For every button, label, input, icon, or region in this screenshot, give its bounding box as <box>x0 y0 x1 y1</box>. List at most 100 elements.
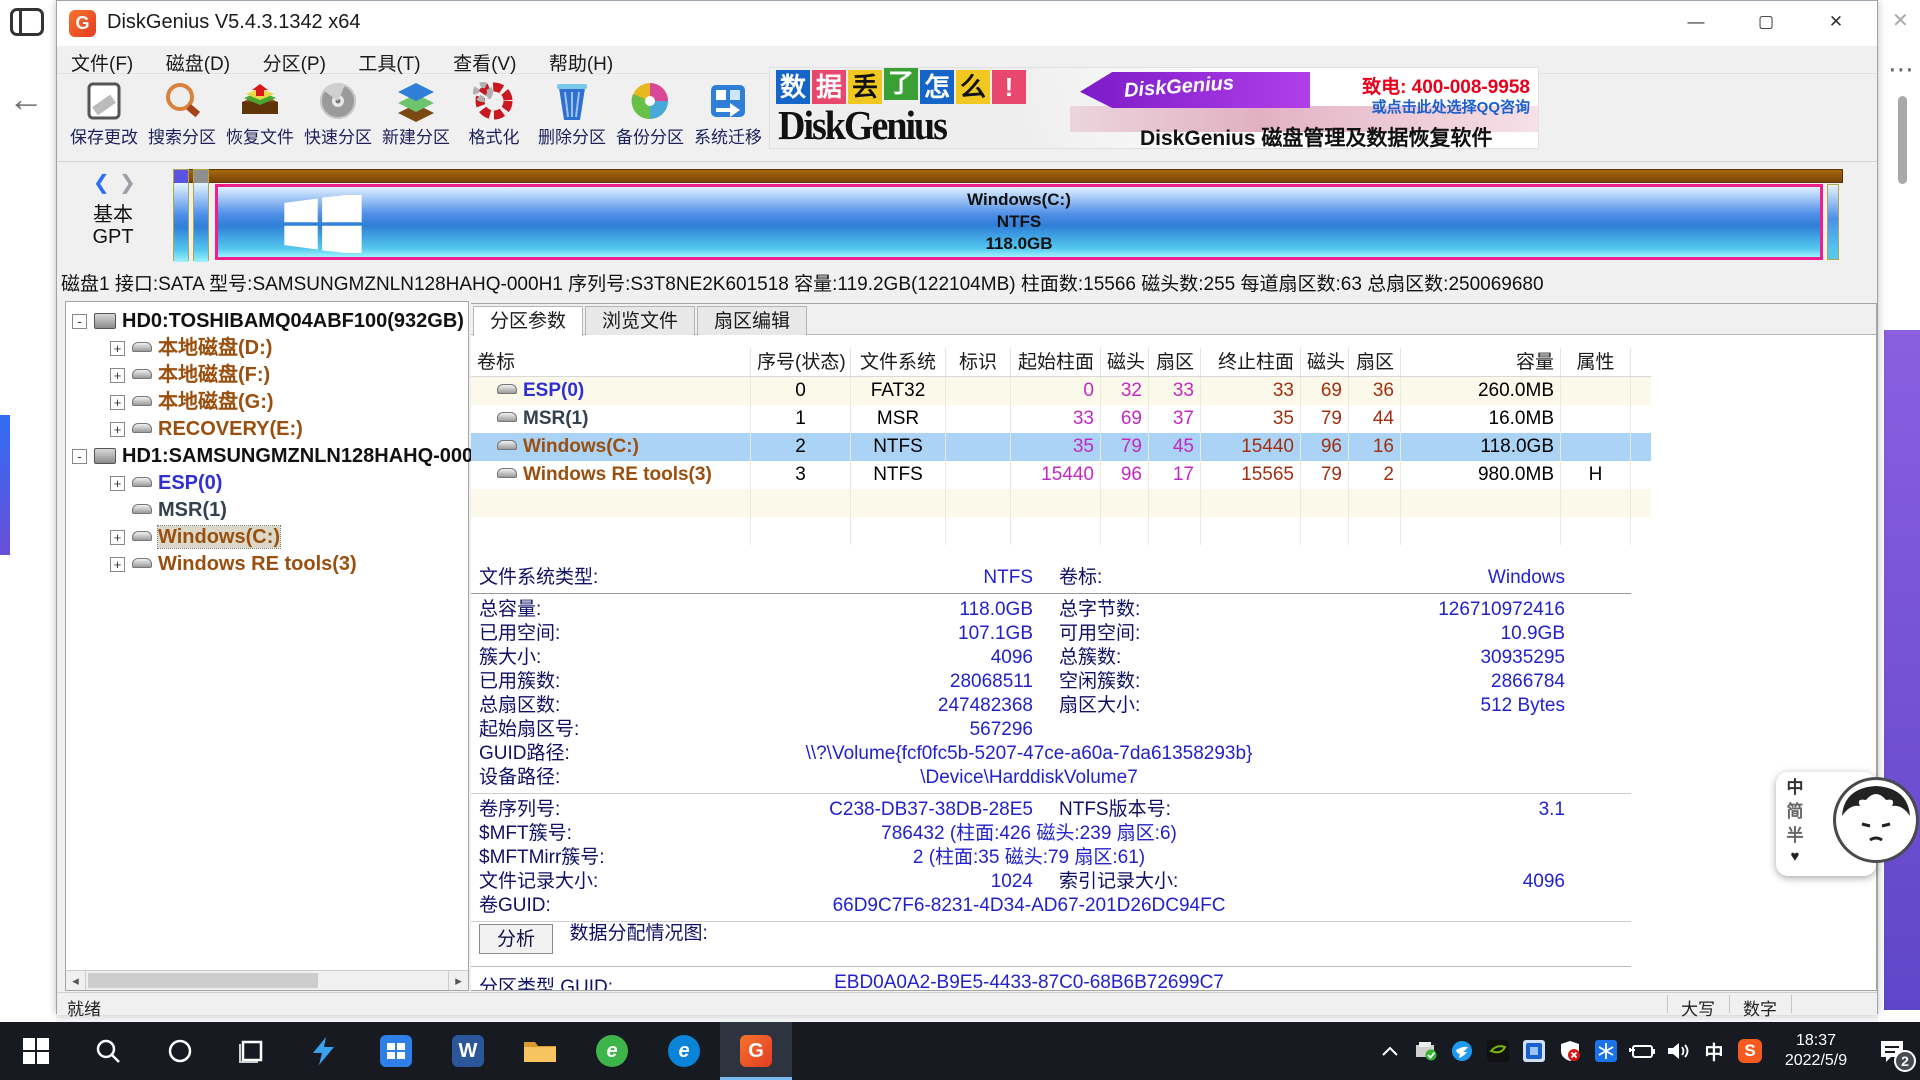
tray-sogou[interactable]: S <box>1732 1022 1768 1080</box>
detail-row: 簇大小:4096 总簇数:30935295 <box>471 646 1631 670</box>
tree-item-local-d[interactable]: + 本地磁盘(D:) <box>70 335 466 362</box>
scroll-right-icon[interactable]: ▸ <box>448 971 468 990</box>
tray-printer[interactable] <box>1408 1022 1444 1080</box>
pinned-app-edge[interactable]: e <box>648 1022 720 1080</box>
taskbar-clock[interactable]: 18:37 2022/5/9 <box>1768 1031 1864 1071</box>
pinned-app-file-explorer[interactable] <box>504 1022 576 1080</box>
tree-item-local-f[interactable]: + 本地磁盘(F:) <box>70 362 466 389</box>
partition-icon <box>132 396 152 406</box>
partition-bar-re-tools[interactable] <box>1827 184 1839 260</box>
tree-item-local-g[interactable]: + 本地磁盘(G:) <box>70 389 466 416</box>
expand-icon[interactable]: + <box>110 476 125 491</box>
tray-volume[interactable] <box>1660 1022 1696 1080</box>
table-row-windows-c-selected[interactable]: Windows(C:) 2 NTFS 35 79 45 15440 96 16 … <box>471 433 1651 461</box>
tray-ime-language[interactable]: 中 <box>1696 1022 1732 1080</box>
speaker-icon <box>1666 1041 1690 1061</box>
pinned-app-word[interactable]: W <box>432 1022 504 1080</box>
titlebar: G DiskGenius V5.4.3.1342 x64 — ▢ ✕ <box>57 1 1877 46</box>
system-migrate-button[interactable]: 系统迁移 <box>689 78 767 158</box>
ime-mode-simplified[interactable]: 简 <box>1776 800 1814 824</box>
tray-dingtalk[interactable] <box>1444 1022 1480 1080</box>
minimize-button[interactable]: — <box>1665 1 1727 43</box>
tree-horizontal-scrollbar[interactable]: ◂ ▸ <box>66 970 468 990</box>
diskgenius-icon: G <box>740 1035 772 1067</box>
ime-mode-halfwidth[interactable]: 半 <box>1776 824 1814 848</box>
table-row-windows-re[interactable]: Windows RE tools(3) 3 NTFS 15440 96 17 1… <box>471 461 1651 489</box>
table-row-esp[interactable]: ESP(0) 0 FAT32 0 32 33 33 69 36 260.0MB <box>471 377 1651 405</box>
tree-item-windows-re[interactable]: + Windows RE tools(3) <box>70 551 466 578</box>
start-button[interactable] <box>0 1022 72 1080</box>
expand-icon[interactable]: + <box>110 341 125 356</box>
expand-icon[interactable]: + <box>110 368 125 383</box>
expand-icon[interactable]: + <box>110 422 125 437</box>
sidebar-toggle-icon[interactable] <box>10 8 44 36</box>
analyze-button[interactable]: 分析 <box>479 924 553 954</box>
maximize-button[interactable]: ▢ <box>1735 1 1797 43</box>
tab-sector-edit[interactable]: 扇区编辑 <box>697 306 807 335</box>
pinned-app-360-browser[interactable]: e <box>576 1022 648 1080</box>
tab-browse-files[interactable]: 浏览文件 <box>585 306 695 335</box>
expand-icon[interactable]: + <box>110 395 125 410</box>
printer-check-icon <box>1415 1041 1437 1061</box>
tree-item-windows-c[interactable]: + Windows(C:) <box>70 524 466 551</box>
tree-item-hd1[interactable]: - HD1:SAMSUNGMZNLN128HAHQ-000 <box>70 443 466 470</box>
file-explorer-icon <box>523 1037 557 1065</box>
partition-bar-msr[interactable] <box>193 169 209 261</box>
tree-item-hd0[interactable]: - HD0:TOSHIBAMQ04ABF100(932GB) <box>70 308 466 335</box>
new-partition-button[interactable]: 新建分区 <box>377 78 455 158</box>
scroll-left-icon[interactable]: ◂ <box>66 971 86 990</box>
tray-intel-graphics[interactable] <box>1516 1022 1552 1080</box>
expand-icon[interactable]: + <box>110 530 125 545</box>
tray-expand-button[interactable] <box>1372 1022 1408 1080</box>
tray-power[interactable] <box>1624 1022 1660 1080</box>
pinned-app-store[interactable] <box>360 1022 432 1080</box>
partition-icon <box>497 440 517 450</box>
tree-item-recovery-e[interactable]: + RECOVERY(E:) <box>70 416 466 443</box>
more-menu-icon[interactable]: ⋯ <box>1888 54 1914 85</box>
tray-nvidia[interactable] <box>1480 1022 1516 1080</box>
backup-partition-button[interactable]: 备份分区 <box>611 78 689 158</box>
notification-center-button[interactable]: 2 <box>1864 1022 1920 1080</box>
magnifier-icon <box>159 80 205 122</box>
detail-row: 卷GUID:66D9C7F6-8231-4D34-AD67-201D26DC94… <box>471 894 1631 918</box>
scrollbar-thumb[interactable] <box>1898 96 1907 184</box>
ad-banner[interactable]: 数据丢了怎么! DiskGenius DiskGenius 致电: 400-00… <box>769 67 1539 149</box>
expand-icon[interactable]: + <box>110 557 125 572</box>
search-partition-button[interactable]: 搜索分区 <box>143 78 221 158</box>
tree-item-msr[interactable]: MSR(1) <box>70 497 466 524</box>
table-row-msr[interactable]: MSR(1) 1 MSR 33 69 37 35 79 44 16.0MB <box>471 405 1651 433</box>
save-changes-button[interactable]: 保存更改 <box>65 78 143 158</box>
banner-tile: 怎 <box>920 70 954 104</box>
cortana-button[interactable] <box>144 1022 216 1080</box>
format-button[interactable]: 格式化 <box>455 78 533 158</box>
collapse-icon[interactable]: - <box>72 449 87 464</box>
collapse-icon[interactable]: - <box>72 314 87 329</box>
ime-mode-cn[interactable]: 中 <box>1776 776 1814 800</box>
banner-qq-link[interactable]: 或点击此处选择QQ咨询 <box>1372 96 1530 117</box>
heart-icon[interactable]: ♥ <box>1776 848 1814 865</box>
close-button[interactable]: ✕ <box>1805 1 1867 43</box>
statusbar: 就绪 大写 数字 <box>57 992 1877 1015</box>
ime-mascot <box>1832 776 1920 864</box>
tree-item-esp[interactable]: + ESP(0) <box>70 470 466 497</box>
partition-bar-windows-c[interactable]: Windows(C:) NTFS 118.0GB <box>215 184 1823 260</box>
taskbar-search-button[interactable] <box>72 1022 144 1080</box>
outer-close-icon[interactable]: ✕ <box>1892 8 1909 33</box>
task-view-button[interactable] <box>216 1022 288 1080</box>
recover-files-button[interactable]: 恢复文件 <box>221 78 299 158</box>
prev-disk-icon[interactable]: ❮ <box>93 170 110 195</box>
partition-bar-esp[interactable] <box>173 169 189 261</box>
clock-time: 18:37 <box>1768 1031 1864 1051</box>
delete-partition-button[interactable]: 删除分区 <box>533 78 611 158</box>
back-arrow-icon[interactable]: ← <box>8 78 44 120</box>
screen: ← ✕ ⋯ G DiskGenius V5.4.3.1342 x64 — ▢ ✕… <box>0 0 1920 1080</box>
divider <box>471 966 1631 967</box>
tab-partition-params[interactable]: 分区参数 <box>473 306 583 336</box>
tray-security-shield[interactable] <box>1552 1022 1588 1080</box>
scrollbar-thumb[interactable] <box>88 973 318 988</box>
quick-partition-button[interactable]: 快速分区 <box>299 78 377 158</box>
next-disk-icon[interactable]: ❯ <box>119 170 136 195</box>
tray-snowflake[interactable] <box>1588 1022 1624 1080</box>
pinned-app-flash[interactable] <box>288 1022 360 1080</box>
taskbar-diskgenius-active[interactable]: G <box>720 1022 792 1080</box>
